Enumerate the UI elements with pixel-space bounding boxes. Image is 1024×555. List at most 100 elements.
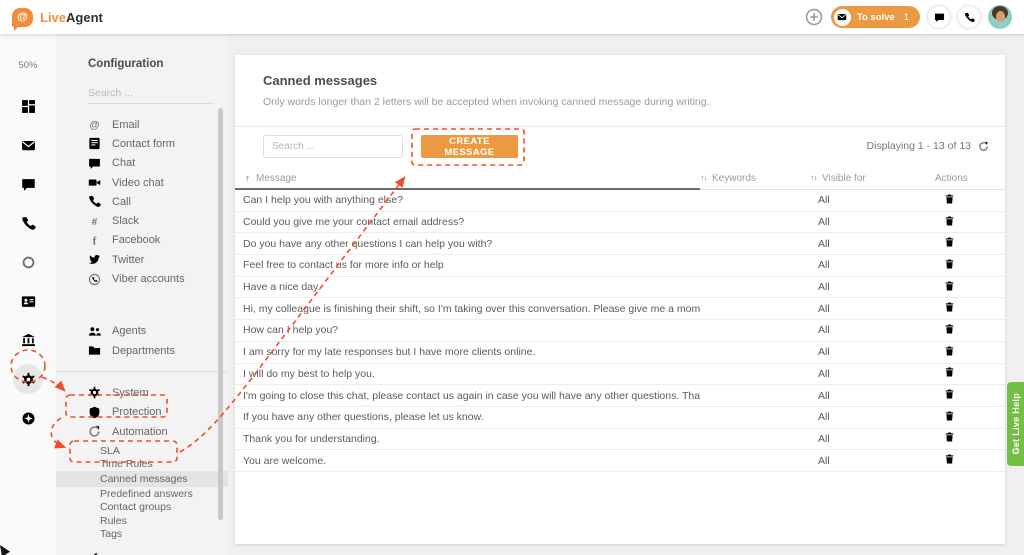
table-row[interactable]: Can I help you with anything else? All [235, 189, 1005, 211]
refresh-button[interactable] [978, 141, 989, 152]
table-row[interactable]: Have a nice day. All [235, 276, 1005, 298]
trash-icon [944, 410, 955, 422]
rail-item-badge[interactable] [17, 407, 39, 429]
to-solve-count: 1 [904, 12, 909, 23]
table-row[interactable]: Could you give me your contact email add… [235, 211, 1005, 233]
sidebar-item-automation[interactable]: Automation [88, 422, 228, 441]
delete-button[interactable] [944, 193, 955, 205]
card-icon [21, 294, 36, 309]
message-cell[interactable]: Do you have any other questions I can he… [235, 233, 700, 255]
get-live-help-tab[interactable]: Get Live Help [1007, 382, 1024, 466]
sidebar-item-system[interactable]: System [88, 383, 228, 402]
table-row[interactable]: You are welcome. All [235, 450, 1005, 472]
delete-button[interactable] [944, 236, 955, 248]
sort-asc-icon [243, 174, 252, 183]
delete-button[interactable] [944, 453, 955, 465]
liveagent-logo[interactable]: @ LiveAgent [12, 8, 103, 27]
message-cell[interactable]: I will do my best to help you. [235, 363, 700, 385]
to-solve-button[interactable]: To solve 1 [831, 6, 920, 28]
delete-button[interactable] [944, 258, 955, 270]
sidebar-item-contact-form[interactable]: Contact form [88, 134, 228, 153]
brand-agent: Agent [66, 10, 103, 25]
create-message-button[interactable]: CREATE MESSAGE [421, 135, 518, 158]
sidebar-scrollbar[interactable] [218, 108, 223, 520]
delete-button[interactable] [944, 345, 955, 357]
sidebar-subitem-sla[interactable]: SLA [100, 444, 228, 458]
visible-for-cell: All [810, 363, 907, 385]
sidebar-item-departments[interactable]: Departments [88, 341, 228, 360]
rail-item-grid[interactable] [17, 95, 39, 117]
message-cell[interactable]: You are welcome. [235, 450, 700, 472]
rail-item-phone[interactable] [17, 212, 39, 234]
message-cell[interactable]: Hi, my colleague is finishing their shif… [235, 298, 700, 320]
sidebar-item-protection[interactable]: Protection [88, 403, 228, 422]
sidebar-item-agents[interactable]: Agents [88, 322, 228, 341]
rail-item-chat[interactable] [17, 173, 39, 195]
call-button[interactable] [958, 6, 980, 28]
sidebar-subitem-canned-messages[interactable]: Canned messages [56, 471, 228, 487]
rail-item-card[interactable] [17, 290, 39, 312]
avatar[interactable] [988, 5, 1012, 29]
trash-icon [944, 388, 955, 400]
sidebar-subitem-rules[interactable]: Rules [100, 514, 228, 528]
table-row[interactable]: Feel free to contact us for more info or… [235, 255, 1005, 277]
sidebar-subitem-predefined-answers[interactable]: Predefined answers [100, 487, 228, 501]
sidebar-item-twitter[interactable]: Twitter [88, 250, 228, 269]
delete-button[interactable] [944, 410, 955, 422]
rail-item-ring[interactable] [17, 251, 39, 273]
actions-cell [907, 276, 1005, 298]
keywords-cell [700, 385, 810, 407]
table-row[interactable]: I will do my best to help you. All [235, 363, 1005, 385]
table-row[interactable]: Hi, my colleague is finishing their shif… [235, 298, 1005, 320]
message-cell[interactable]: I'm going to close this chat, please con… [235, 385, 700, 407]
delete-button[interactable] [944, 366, 955, 378]
sidebar-item-facebook[interactable]: Facebook [88, 231, 228, 250]
table-row[interactable]: Thank you for understanding. All [235, 428, 1005, 450]
column-header-message[interactable]: Message [235, 168, 700, 189]
sidebar-item-tools[interactable]: Tools [88, 550, 228, 555]
keywords-cell [700, 341, 810, 363]
delete-button[interactable] [944, 280, 955, 292]
sidebar-item-label: Twitter [112, 254, 144, 266]
add-button[interactable] [805, 8, 823, 26]
message-cell[interactable]: Feel free to contact us for more info or… [235, 255, 700, 277]
delete-button[interactable] [944, 388, 955, 400]
message-cell[interactable]: I am sorry for my late responses but I h… [235, 341, 700, 363]
rail-item-bank[interactable] [17, 329, 39, 351]
keywords-cell [700, 189, 810, 211]
sidebar-item-video-chat[interactable]: Video chat [88, 173, 228, 192]
viber-icon [88, 273, 101, 286]
sidebar-item-chat[interactable]: Chat [88, 154, 228, 173]
message-cell[interactable]: Have a nice day. [235, 276, 700, 298]
delete-button[interactable] [944, 431, 955, 443]
delete-button[interactable] [944, 301, 955, 313]
sidebar-subitem-contact-groups[interactable]: Contact groups [100, 501, 228, 515]
rail-item-mail[interactable] [17, 134, 39, 156]
delete-button[interactable] [944, 323, 955, 335]
sidebar-item-call[interactable]: Call [88, 192, 228, 211]
message-cell[interactable]: If you have any other questions, please … [235, 406, 700, 428]
table-row[interactable]: I am sorry for my late responses but I h… [235, 341, 1005, 363]
rail-item-gear[interactable] [13, 364, 43, 394]
table-row[interactable]: If you have any other questions, please … [235, 406, 1005, 428]
sidebar-subitem-label: SLA [100, 445, 120, 457]
message-cell[interactable]: Can I help you with anything else? [235, 189, 700, 211]
sidebar-item-viber-accounts[interactable]: Viber accounts [88, 269, 228, 288]
message-cell[interactable]: Could you give me your contact email add… [235, 211, 700, 233]
badge-icon [21, 411, 36, 426]
sidebar-search-input[interactable] [88, 83, 214, 104]
messages-search-input[interactable] [263, 135, 403, 158]
column-header-visible-for[interactable]: Visible for [810, 168, 907, 189]
table-row[interactable]: I'm going to close this chat, please con… [235, 385, 1005, 407]
message-cell[interactable]: How can I help you? [235, 320, 700, 342]
sidebar-item-email[interactable]: Email [88, 115, 228, 134]
table-row[interactable]: Do you have any other questions I can he… [235, 233, 1005, 255]
message-cell[interactable]: Thank you for understanding. [235, 428, 700, 450]
sidebar-subitem-tags[interactable]: Tags [100, 528, 228, 542]
table-row[interactable]: How can I help you? All [235, 320, 1005, 342]
sidebar-item-slack[interactable]: Slack [88, 211, 228, 230]
sidebar-subitem-time-rules[interactable]: Time Rules [100, 458, 228, 472]
delete-button[interactable] [944, 215, 955, 227]
column-header-keywords[interactable]: Keywords [700, 168, 810, 189]
chat-button[interactable] [928, 6, 950, 28]
